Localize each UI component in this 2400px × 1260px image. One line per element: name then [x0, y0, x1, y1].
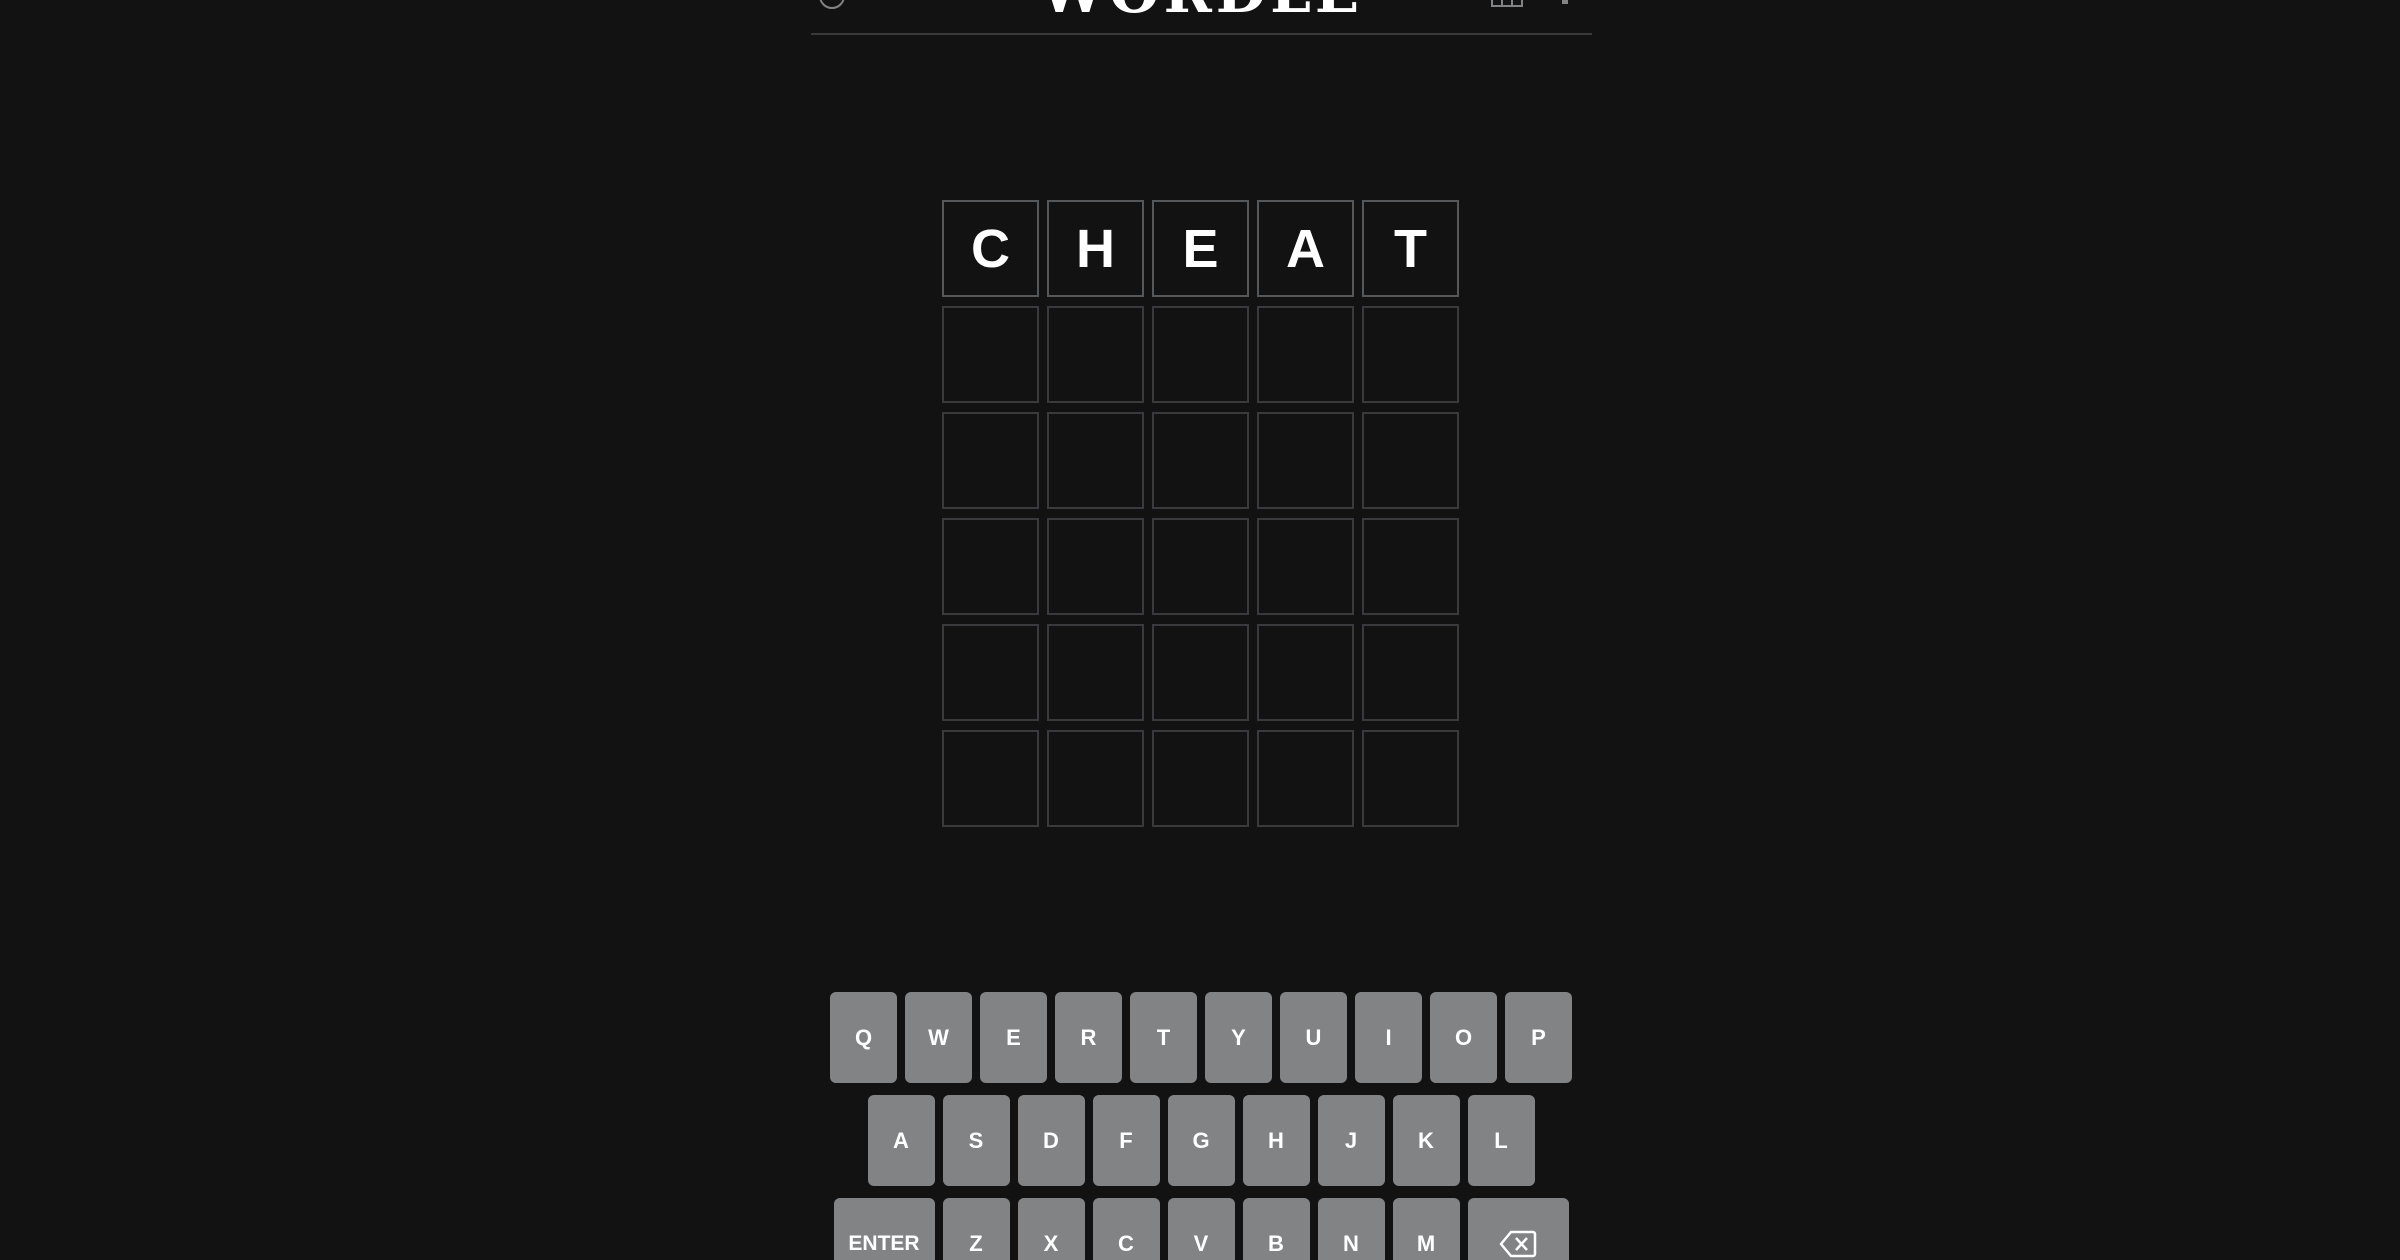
- board-tile: H: [1047, 200, 1144, 297]
- board-tile: [1257, 730, 1354, 827]
- stats-icon: [1491, 0, 1523, 7]
- board-tile: [1152, 412, 1249, 509]
- board-tile: [1152, 518, 1249, 615]
- keyboard-row-3: ENTER Z X C V B N M: [822, 1198, 1580, 1260]
- key-n[interactable]: N: [1317, 1198, 1385, 1260]
- key-o[interactable]: O: [1430, 992, 1497, 1083]
- key-r[interactable]: R: [1055, 992, 1122, 1083]
- key-e[interactable]: E: [980, 992, 1047, 1083]
- key-i[interactable]: I: [1355, 992, 1422, 1083]
- key-s[interactable]: S: [942, 1095, 1010, 1186]
- keyboard-row-1: QWERTYUIOP: [822, 992, 1580, 1083]
- key-j[interactable]: J: [1317, 1095, 1385, 1186]
- key-z[interactable]: Z: [942, 1198, 1010, 1260]
- key-c[interactable]: C: [1092, 1198, 1160, 1260]
- key-d[interactable]: D: [1017, 1095, 1085, 1186]
- wordle-app: WORDLE CHEAT QWERTYUIOP ASDFGHJKL ENTERZ…: [0, 0, 2400, 1260]
- board-tile: [942, 518, 1039, 615]
- key-h[interactable]: H: [1242, 1095, 1310, 1186]
- stats-button[interactable]: [1491, 0, 1523, 10]
- key-x[interactable]: X: [1017, 1198, 1085, 1260]
- game-title: WORDLE: [811, 0, 1592, 22]
- key-f[interactable]: F: [1092, 1095, 1160, 1186]
- key-b[interactable]: B: [1242, 1198, 1310, 1260]
- settings-icon: [1562, 0, 1568, 4]
- board-tile: [1257, 518, 1354, 615]
- board-tile: [1362, 730, 1459, 827]
- key-backspace[interactable]: [1467, 1198, 1569, 1260]
- board-tile: T: [1362, 200, 1459, 297]
- board-tile: [1257, 412, 1354, 509]
- board-tile: [1257, 624, 1354, 721]
- board-tile: [1257, 306, 1354, 403]
- key-a[interactable]: A: [867, 1095, 935, 1186]
- keyboard-row-2: ASDFGHJKL: [822, 1095, 1580, 1186]
- key-u[interactable]: U: [1280, 992, 1347, 1083]
- board-tile: [1152, 624, 1249, 721]
- board-tile: [1047, 624, 1144, 721]
- board-tile: [1362, 518, 1459, 615]
- board-tile: [942, 306, 1039, 403]
- board-tile: [942, 730, 1039, 827]
- board-tile: [1362, 412, 1459, 509]
- key-y[interactable]: Y: [1205, 992, 1272, 1083]
- key-p[interactable]: P: [1505, 992, 1572, 1083]
- key-m[interactable]: M: [1392, 1198, 1460, 1260]
- game-board: CHEAT: [942, 200, 1459, 827]
- key-q[interactable]: Q: [830, 992, 897, 1083]
- key-k[interactable]: K: [1392, 1095, 1460, 1186]
- board-tile: [1362, 306, 1459, 403]
- key-l[interactable]: L: [1467, 1095, 1535, 1186]
- board-tile: A: [1257, 200, 1354, 297]
- board-tile: [1152, 730, 1249, 827]
- board-tile: [942, 624, 1039, 721]
- key-t[interactable]: T: [1130, 992, 1197, 1083]
- board-tile: [1047, 730, 1144, 827]
- board-tile: C: [942, 200, 1039, 297]
- keyboard: QWERTYUIOP ASDFGHJKL ENTER Z X C V B N M: [822, 992, 1580, 1260]
- board-tile: E: [1152, 200, 1249, 297]
- board-tile: [942, 412, 1039, 509]
- key-g[interactable]: G: [1167, 1095, 1235, 1186]
- key-w[interactable]: W: [905, 992, 972, 1083]
- board-tile: [1047, 412, 1144, 509]
- header-bar: WORDLE: [811, 0, 1592, 35]
- board-tile: [1047, 518, 1144, 615]
- settings-button[interactable]: [1549, 0, 1581, 10]
- key-v[interactable]: V: [1167, 1198, 1235, 1260]
- board-tile: [1152, 306, 1249, 403]
- board-tile: [1047, 306, 1144, 403]
- board-tile: [1362, 624, 1459, 721]
- backspace-icon: [1499, 1230, 1537, 1257]
- key-enter[interactable]: ENTER: [833, 1198, 935, 1260]
